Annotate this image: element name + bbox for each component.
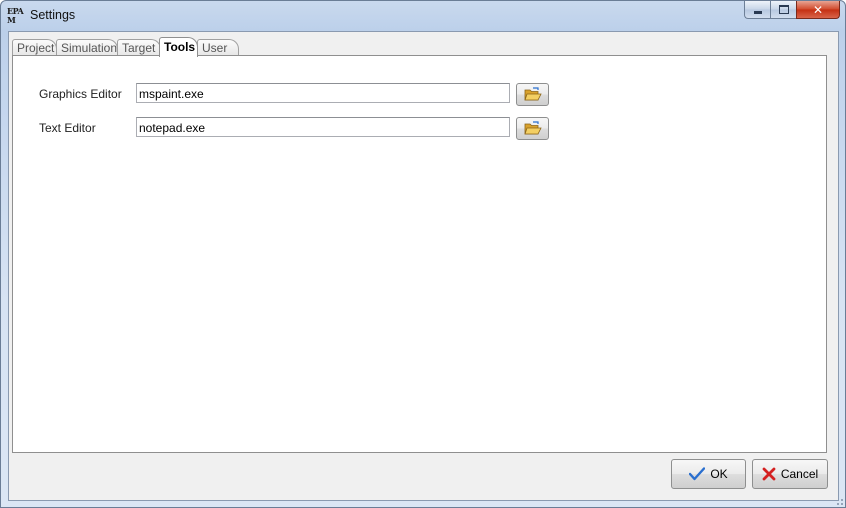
app-icon: EPAM xyxy=(7,7,25,26)
folder-open-icon xyxy=(523,121,542,135)
cancel-button[interactable]: Cancel xyxy=(752,459,828,489)
tab-user[interactable]: User xyxy=(197,39,239,56)
text-editor-browse-button[interactable] xyxy=(516,117,549,140)
graphics-editor-input[interactable] xyxy=(136,83,510,103)
app-icon-text: EPAM xyxy=(7,6,24,25)
maximize-button[interactable] xyxy=(770,1,796,19)
close-button[interactable]: ✕ xyxy=(796,1,840,19)
resize-grip-icon[interactable] xyxy=(832,494,844,506)
folder-open-icon xyxy=(523,87,542,101)
tab-simulation[interactable]: Simulation xyxy=(56,39,118,56)
ok-button[interactable]: OK xyxy=(671,459,746,489)
window-title: Settings xyxy=(30,8,76,22)
checkmark-icon xyxy=(689,467,706,481)
settings-window: EPAM Settings ✕ Project Simulation Targe… xyxy=(0,0,846,508)
graphics-editor-browse-button[interactable] xyxy=(516,83,549,106)
graphics-editor-label: Graphics Editor xyxy=(39,87,122,101)
tools-tab-panel: Graphics Editor Text Editor xyxy=(12,55,827,453)
dialog-client-area: Project Simulation Target Tools User Gra… xyxy=(8,31,839,501)
maximize-icon xyxy=(778,5,789,14)
cancel-button-label: Cancel xyxy=(780,467,819,481)
minimize-icon xyxy=(753,10,762,14)
tab-label: Simulation xyxy=(61,41,118,55)
tab-label: User xyxy=(202,41,228,55)
close-icon: ✕ xyxy=(812,2,824,17)
title-bar[interactable]: EPAM Settings ✕ xyxy=(1,1,845,31)
tab-label: Project xyxy=(17,41,55,55)
minimize-button[interactable] xyxy=(744,1,770,19)
tab-label: Tools xyxy=(164,40,196,54)
text-editor-label: Text Editor xyxy=(39,121,96,135)
x-icon xyxy=(762,467,776,481)
text-editor-input[interactable] xyxy=(136,117,510,137)
tab-target[interactable]: Target xyxy=(117,39,161,56)
ok-button-label: OK xyxy=(710,467,728,481)
tab-project[interactable]: Project xyxy=(12,39,57,56)
tab-tools[interactable]: Tools xyxy=(159,37,198,57)
tab-label: Target xyxy=(122,41,156,55)
caption-buttons: ✕ xyxy=(744,1,840,20)
